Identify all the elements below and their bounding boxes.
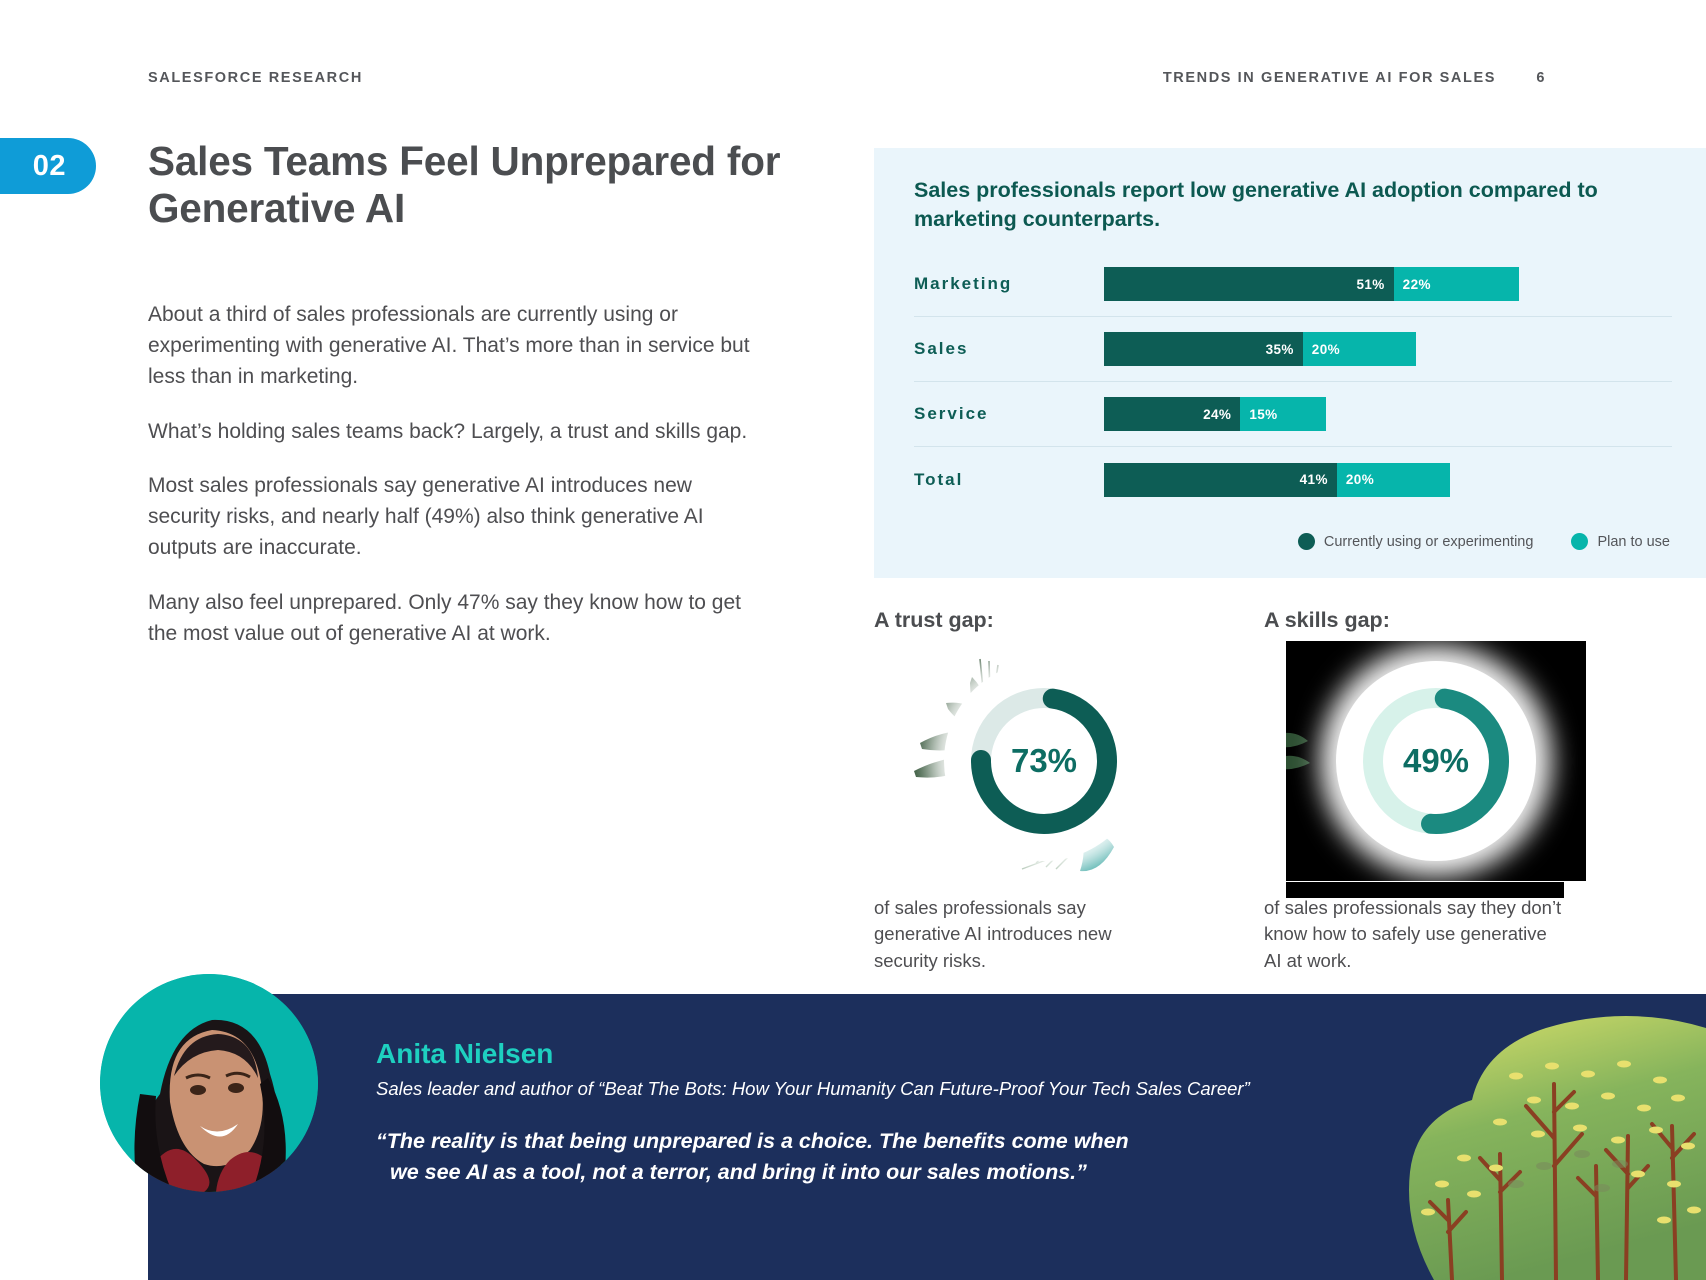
header-left-label: SALESFORCE RESEARCH (148, 70, 363, 86)
trust-gap-caption: of sales professionals say generative AI… (874, 897, 1112, 971)
legend-item-current: Currently using or experimenting (1297, 533, 1534, 550)
section-number-label: 02 (32, 149, 66, 182)
donut-disc: 73% (944, 661, 1144, 861)
chart-legend: Currently using or experimenting Plan to… (1297, 533, 1670, 550)
skills-gap-caption: of sales professionals say they don’t kn… (1264, 897, 1562, 971)
bar-row: Sales 35% 20% (914, 317, 1672, 382)
bar-segment-planned: 20% (1302, 332, 1417, 366)
trust-gap-heading: A trust gap: (874, 608, 994, 632)
avatar (100, 974, 318, 1192)
bar-track: 51% 22% (1104, 267, 1672, 301)
image-artifact-overlay (1286, 882, 1564, 898)
skills-gap-value: 49% (1402, 742, 1470, 779)
tree-illustration (1409, 1016, 1706, 1280)
section-number-badge: 02 (0, 138, 96, 194)
bar-segment-current: 35% (1104, 332, 1303, 366)
skills-gap-block: A skills gap: 49% of sales professionals… (1264, 608, 1624, 974)
quote-text: “The reality is that being unprepared is… (376, 1126, 1186, 1188)
bar-segment-planned: 20% (1336, 462, 1451, 497)
legend-label: Plan to use (1597, 533, 1670, 550)
bar-row: Service 24% 15% (914, 382, 1672, 447)
legend-swatch-icon (1297, 533, 1315, 550)
adoption-chart-panel: Sales professionals report low generativ… (874, 148, 1706, 578)
bar-track: 24% 15% (1104, 397, 1672, 431)
bar-segment-planned: 22% (1393, 267, 1519, 301)
body-copy: About a third of sales professionals are… (148, 300, 768, 674)
chart-bars: Marketing 51% 22% Sales 35% 20% Service … (914, 252, 1672, 512)
quote-banner: Anita Nielsen Sales leader and author of… (148, 994, 1706, 1280)
header-right-label: TRENDS IN GENERATIVE AI FOR SALES (1162, 70, 1496, 86)
skills-gap-heading: A skills gap: (1264, 608, 1390, 632)
page-number: 6 (1536, 70, 1546, 86)
bar-row: Marketing 51% 22% (914, 252, 1672, 317)
bar-segment-current: 51% (1104, 267, 1394, 301)
bar-category-label: Sales (914, 339, 969, 358)
body-paragraph: Most sales professionals say generative … (148, 474, 704, 560)
bar-category-label: Marketing (914, 274, 1013, 293)
skills-gap-donut: 49% (1286, 641, 1586, 881)
legend-label: Currently using or experimenting (1323, 533, 1534, 550)
donut-disc: 49% (1336, 661, 1536, 861)
bar-segment-planned: 15% (1240, 397, 1326, 431)
page-title: Sales Teams Feel Unprepared for Generati… (148, 138, 781, 231)
bar-row: Total 41% 20% (914, 447, 1672, 512)
bar-segment-current: 41% (1104, 462, 1337, 497)
bar-track: 35% 20% (1104, 332, 1672, 366)
trust-gap-value: 73% (1010, 742, 1078, 779)
chart-title: Sales professionals report low generativ… (914, 178, 1598, 231)
bar-track: 41% 20% (1104, 462, 1672, 497)
trust-gap-donut: 73% (894, 641, 1194, 881)
bar-category-label: Service (914, 404, 989, 423)
body-paragraph: About a third of sales professionals are… (148, 303, 750, 388)
legend-item-planned: Plan to use (1571, 533, 1670, 550)
quote-line-1: “The reality is that being unprepared is… (376, 1129, 1129, 1153)
bar-category-label: Total (914, 469, 964, 489)
quote-line-2: we see AI as a tool, not a terror, and b… (390, 1160, 1087, 1185)
body-paragraph: What’s holding sales teams back? Largely… (148, 419, 748, 443)
body-paragraph: Many also feel unprepared. Only 47% say … (148, 591, 742, 645)
bar-segment-current: 24% (1104, 397, 1241, 431)
legend-swatch-icon (1571, 533, 1589, 550)
trust-gap-block: A trust gap: 73% of sales professionals … (874, 608, 1234, 974)
